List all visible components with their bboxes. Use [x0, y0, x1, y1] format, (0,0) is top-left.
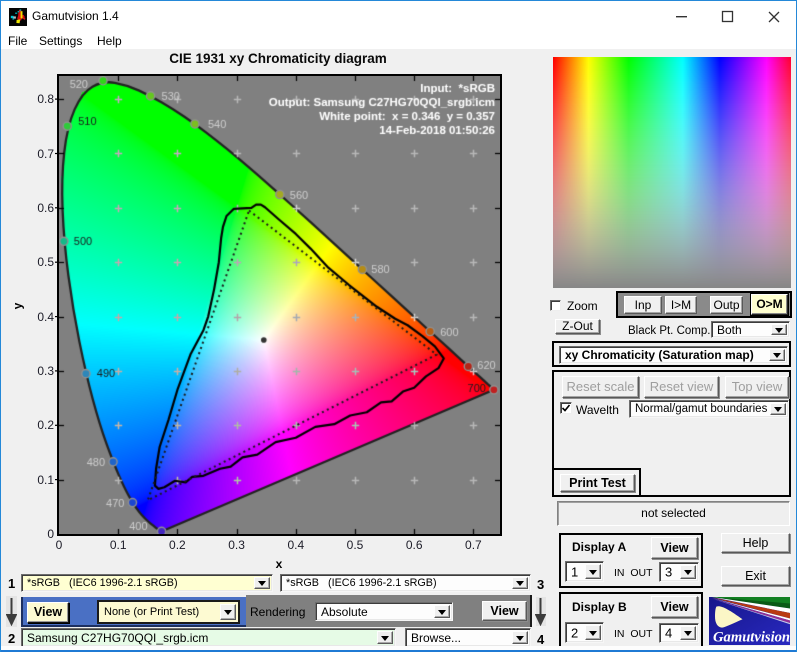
- svg-text:Gamutvision: Gamutvision: [713, 630, 790, 646]
